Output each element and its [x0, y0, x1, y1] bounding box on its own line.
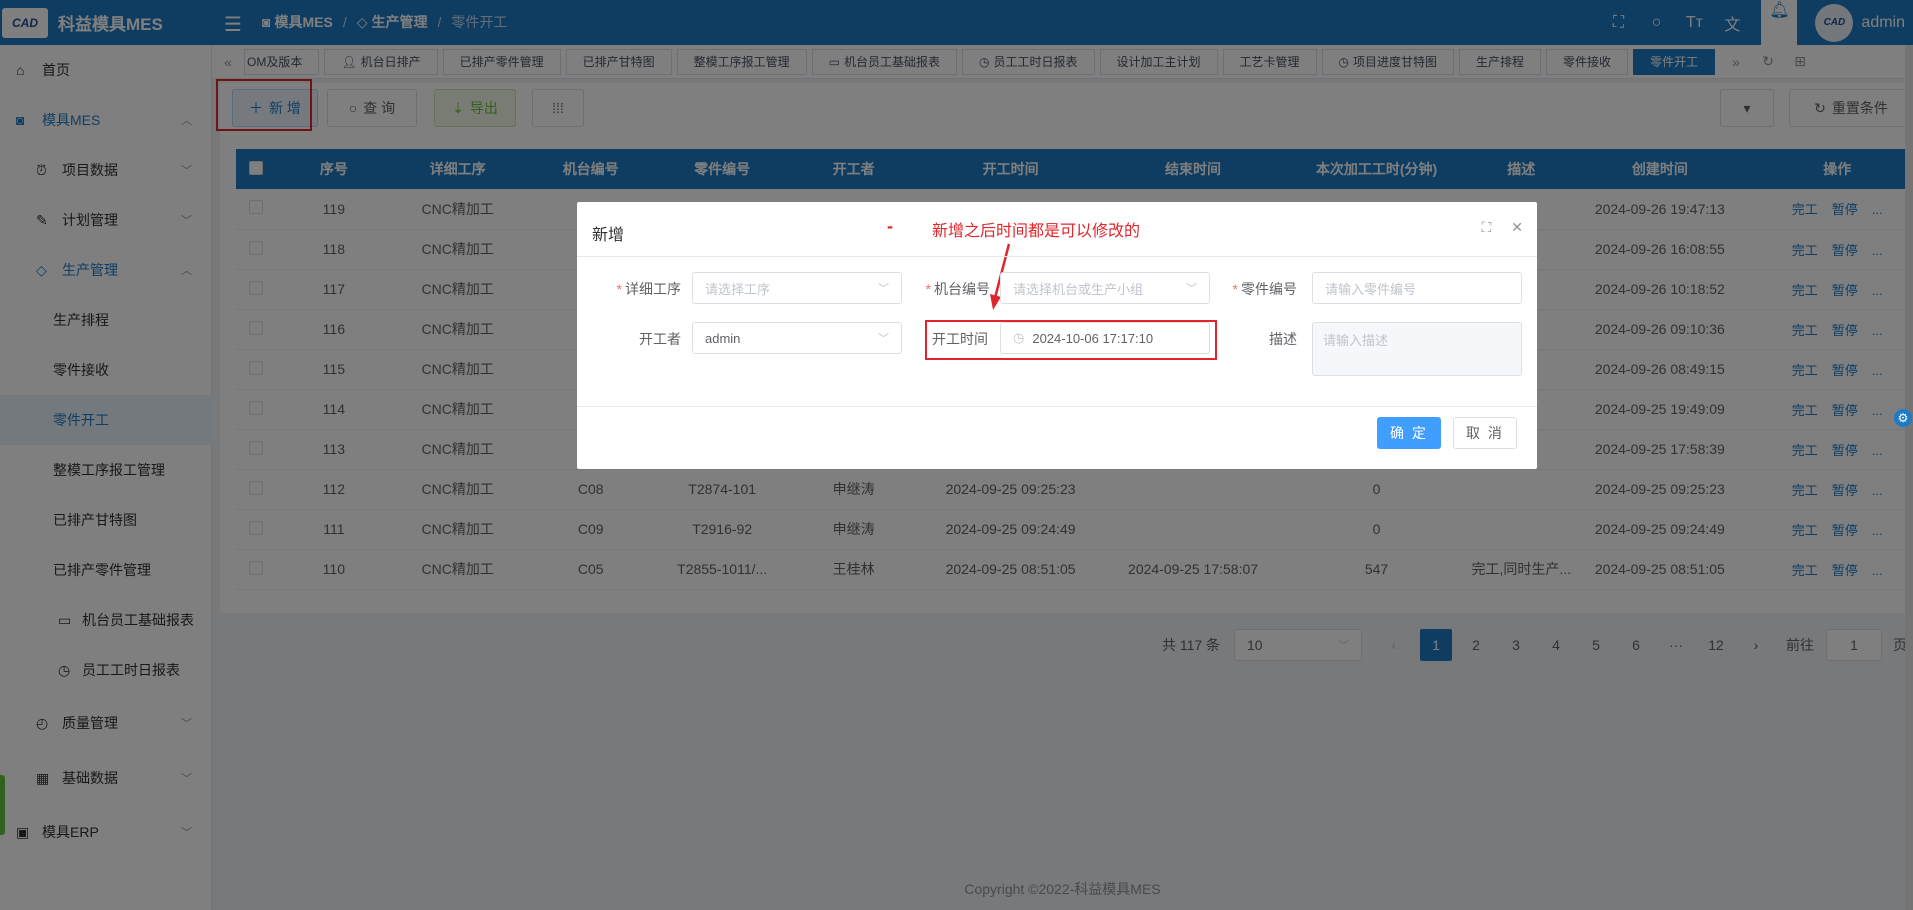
operator-select[interactable]: admin ﹀: [692, 322, 902, 354]
annotation-mark: -: [887, 216, 893, 236]
dialog-tools: ⛶ ✕: [1481, 219, 1523, 236]
dialog-divider: [577, 256, 1537, 257]
maximize-icon[interactable]: ⛶: [1481, 219, 1491, 236]
clock-icon: ◷: [1013, 330, 1025, 345]
machine-label: * 机台编号: [925, 281, 990, 297]
description-textarea[interactable]: 请输入描述: [1312, 322, 1522, 376]
start-time-picker[interactable]: ◷ 2024-10-06 17:17:10: [1000, 322, 1210, 354]
chevron-down-icon: ﹀: [878, 333, 889, 345]
dialog-title: 新增: [592, 227, 625, 244]
annotation-text: 新增之后时间都是可以修改的: [932, 223, 1141, 240]
add-dialog: 新增 - 新增之后时间都是可以修改的 ⛶ ✕ * 详细工序 请选择工序 ﹀ * 机台编…: [577, 202, 1537, 469]
desc-label: 描述: [1269, 331, 1297, 347]
cancel-button[interactable]: 取 消: [1453, 417, 1517, 449]
dialog-divider: [577, 406, 1537, 407]
operator-label: 开工者: [639, 331, 681, 347]
process-select[interactable]: 请选择工序 ﹀: [692, 272, 902, 304]
part-label: * 零件编号: [1232, 281, 1297, 297]
settings-gear-icon[interactable]: ⚙: [1894, 409, 1912, 427]
confirm-button[interactable]: 确 定: [1377, 417, 1441, 449]
close-icon[interactable]: ✕: [1511, 219, 1523, 236]
part-number-input[interactable]: 请输入零件编号: [1312, 272, 1522, 304]
start-time-label: 开工时间: [932, 331, 988, 347]
process-label: * 详细工序: [616, 281, 681, 297]
